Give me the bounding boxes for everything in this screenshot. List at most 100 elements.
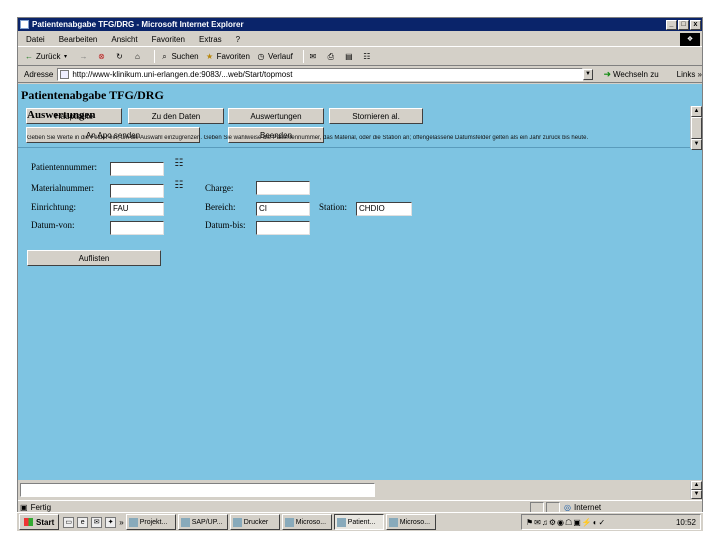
task-label: Drucker <box>243 518 269 526</box>
patient-lookup-icon[interactable]: ☷ <box>172 156 186 172</box>
task-app-icon <box>388 517 398 527</box>
home-button[interactable]: ⌂ <box>132 52 144 62</box>
quick-launch: ▭ e ✉ ✦ » <box>63 516 124 528</box>
bereich-input[interactable]: CI <box>256 202 310 216</box>
close-button[interactable]: x <box>690 19 701 30</box>
app-quicklaunch-icon[interactable]: ✦ <box>105 516 117 528</box>
forward-button[interactable]: → <box>78 52 90 62</box>
chevron-right-icon[interactable]: » <box>119 518 123 527</box>
toolbar: ← Zurück ▾ → ⊗ ↻ ⌂ ⌕ Suchen ★ Favoriten … <box>18 48 702 66</box>
zone-label: Internet <box>573 503 602 512</box>
edit-icon: ▤ <box>345 52 353 61</box>
scroll-down-icon[interactable]: ▼ <box>691 490 702 499</box>
menu-datei[interactable]: Datei <box>26 35 45 44</box>
datum-bis-input[interactable] <box>256 221 310 235</box>
address-url: http://www-klinikum.uni-erlangen.de:9083… <box>72 70 293 79</box>
material-input[interactable] <box>110 184 164 198</box>
task-microsoft-2[interactable]: Microso... <box>385 514 436 530</box>
desktop-icon[interactable]: ▭ <box>63 516 75 528</box>
task-drucker[interactable]: Drucker <box>229 514 280 530</box>
task-projekt[interactable]: Projekt... <box>125 514 176 530</box>
print-icon: ⎙ <box>327 51 335 61</box>
search-icon: ⌕ <box>162 51 167 61</box>
menu-ansicht[interactable]: Ansicht <box>111 35 137 44</box>
task-label: Microso... <box>399 518 431 526</box>
address-dropdown-icon[interactable]: ▼ <box>582 69 594 80</box>
stop-icon: ⊗ <box>98 52 105 61</box>
stop-button[interactable]: ⊗ <box>96 52 108 62</box>
menu-help[interactable]: ? <box>236 35 240 44</box>
status-left: ▣ Fertig <box>18 503 528 512</box>
scroll-up-icon[interactable]: ▲ <box>691 106 702 117</box>
discuss-icon: ☷ <box>363 52 371 61</box>
page-icon <box>60 70 70 79</box>
globe-icon: ◎ <box>564 503 571 512</box>
search-button[interactable]: ⌕ Suchen <box>159 52 198 62</box>
task-app-icon <box>128 517 138 527</box>
outlook-icon[interactable]: ✉ <box>91 516 103 528</box>
taskbar: Start ▭ e ✉ ✦ » Projekt... SAP/UP... Dru… <box>17 512 703 531</box>
task-patient[interactable]: Patient... <box>333 514 384 530</box>
title-bar[interactable]: Patientenabgabe TFG/DRG - Microsoft Inte… <box>18 18 702 31</box>
menu-favoriten[interactable]: Favoriten <box>152 35 185 44</box>
minimize-button[interactable]: _ <box>666 19 677 30</box>
nav-frame-scrollbar[interactable]: ▲ ▼ <box>690 106 702 150</box>
maximize-button[interactable]: □ <box>678 19 689 30</box>
material-lookup-icon[interactable]: ☷ <box>172 178 186 194</box>
start-button[interactable]: Start <box>19 514 60 530</box>
task-label: Microso... <box>295 518 327 526</box>
app-title: Patientenabgabe TFG/DRG <box>21 88 164 102</box>
nav-daten-button[interactable]: Zu den Daten <box>128 108 224 124</box>
status-text: Fertig <box>30 503 52 512</box>
address-label: Adresse <box>24 70 54 79</box>
patient-label: Patientennummer: <box>31 162 97 172</box>
charge-input[interactable] <box>256 181 310 195</box>
windows-logo-icon: ❖ <box>680 33 700 46</box>
windows-flag-icon <box>24 518 33 526</box>
nav-stornieren-button[interactable]: Stornieren al. <box>329 108 423 124</box>
task-app-icon <box>232 517 242 527</box>
einrichtung-input[interactable]: FAU <box>110 202 164 216</box>
task-label: SAP/UP... <box>191 518 223 526</box>
back-button[interactable]: ← Zurück ▾ <box>24 52 72 62</box>
task-microsoft-1[interactable]: Microso... <box>281 514 332 530</box>
mail-icon: ✉ <box>309 52 317 61</box>
mail-button[interactable]: ✉ <box>308 52 320 62</box>
scroll-up-icon[interactable]: ▲ <box>691 481 702 490</box>
go-arrow-icon: ➜ <box>603 69 611 79</box>
links-button[interactable]: Links » <box>677 70 702 79</box>
discuss-button[interactable]: ☷ <box>362 52 374 62</box>
go-button-label: Wechseln zu <box>612 70 659 79</box>
datum-von-input[interactable] <box>110 221 164 235</box>
station-input[interactable]: CHDIO <box>356 202 412 216</box>
toolbar-separator <box>154 50 156 63</box>
favorites-button[interactable]: ★ Favoriten <box>205 52 250 62</box>
menu-extras[interactable]: Extras <box>199 35 222 44</box>
refresh-button[interactable]: ↻ <box>114 52 126 62</box>
datum-bis-label: Datum-bis: <box>205 220 246 230</box>
patient-input[interactable] <box>110 162 164 176</box>
task-sap[interactable]: SAP/UP... <box>177 514 228 530</box>
favorites-button-label: Favoriten <box>216 52 250 61</box>
go-button[interactable]: ➜ Wechseln zu <box>603 69 658 80</box>
address-input[interactable]: http://www-klinikum.uni-erlangen.de:9083… <box>57 68 583 81</box>
bereich-label: Bereich: <box>205 202 236 212</box>
menu-bearbeiten[interactable]: Bearbeiten <box>59 35 98 44</box>
print-button[interactable]: ⎙ <box>326 52 338 62</box>
auflisten-button[interactable]: Auflisten <box>27 250 161 266</box>
scroll-thumb[interactable] <box>691 117 702 139</box>
back-arrow-icon: ← <box>25 52 33 61</box>
status-frame-scrollbar[interactable]: ▲ ▼ <box>690 481 702 499</box>
station-label: Station: <box>319 202 348 212</box>
menu-bar: Datei Bearbeiten Ansicht Favoriten Extra… <box>18 32 702 47</box>
tray-icons[interactable]: ⚑✉♫⚙◉☖▣⚡◐✓ <box>522 518 676 527</box>
clock[interactable]: 10:52 <box>676 518 696 527</box>
edit-button[interactable]: ▤ <box>344 52 356 62</box>
scroll-down-icon[interactable]: ▼ <box>691 139 702 150</box>
history-button[interactable]: ◷ Verlauf <box>256 52 292 62</box>
status-frame-input[interactable] <box>20 483 375 497</box>
section-title: Auswertungen <box>27 109 96 121</box>
nav-auswertungen-button[interactable]: Auswertungen <box>228 108 324 124</box>
ie-quicklaunch-icon[interactable]: e <box>77 516 89 528</box>
home-icon: ⌂ <box>135 52 140 61</box>
